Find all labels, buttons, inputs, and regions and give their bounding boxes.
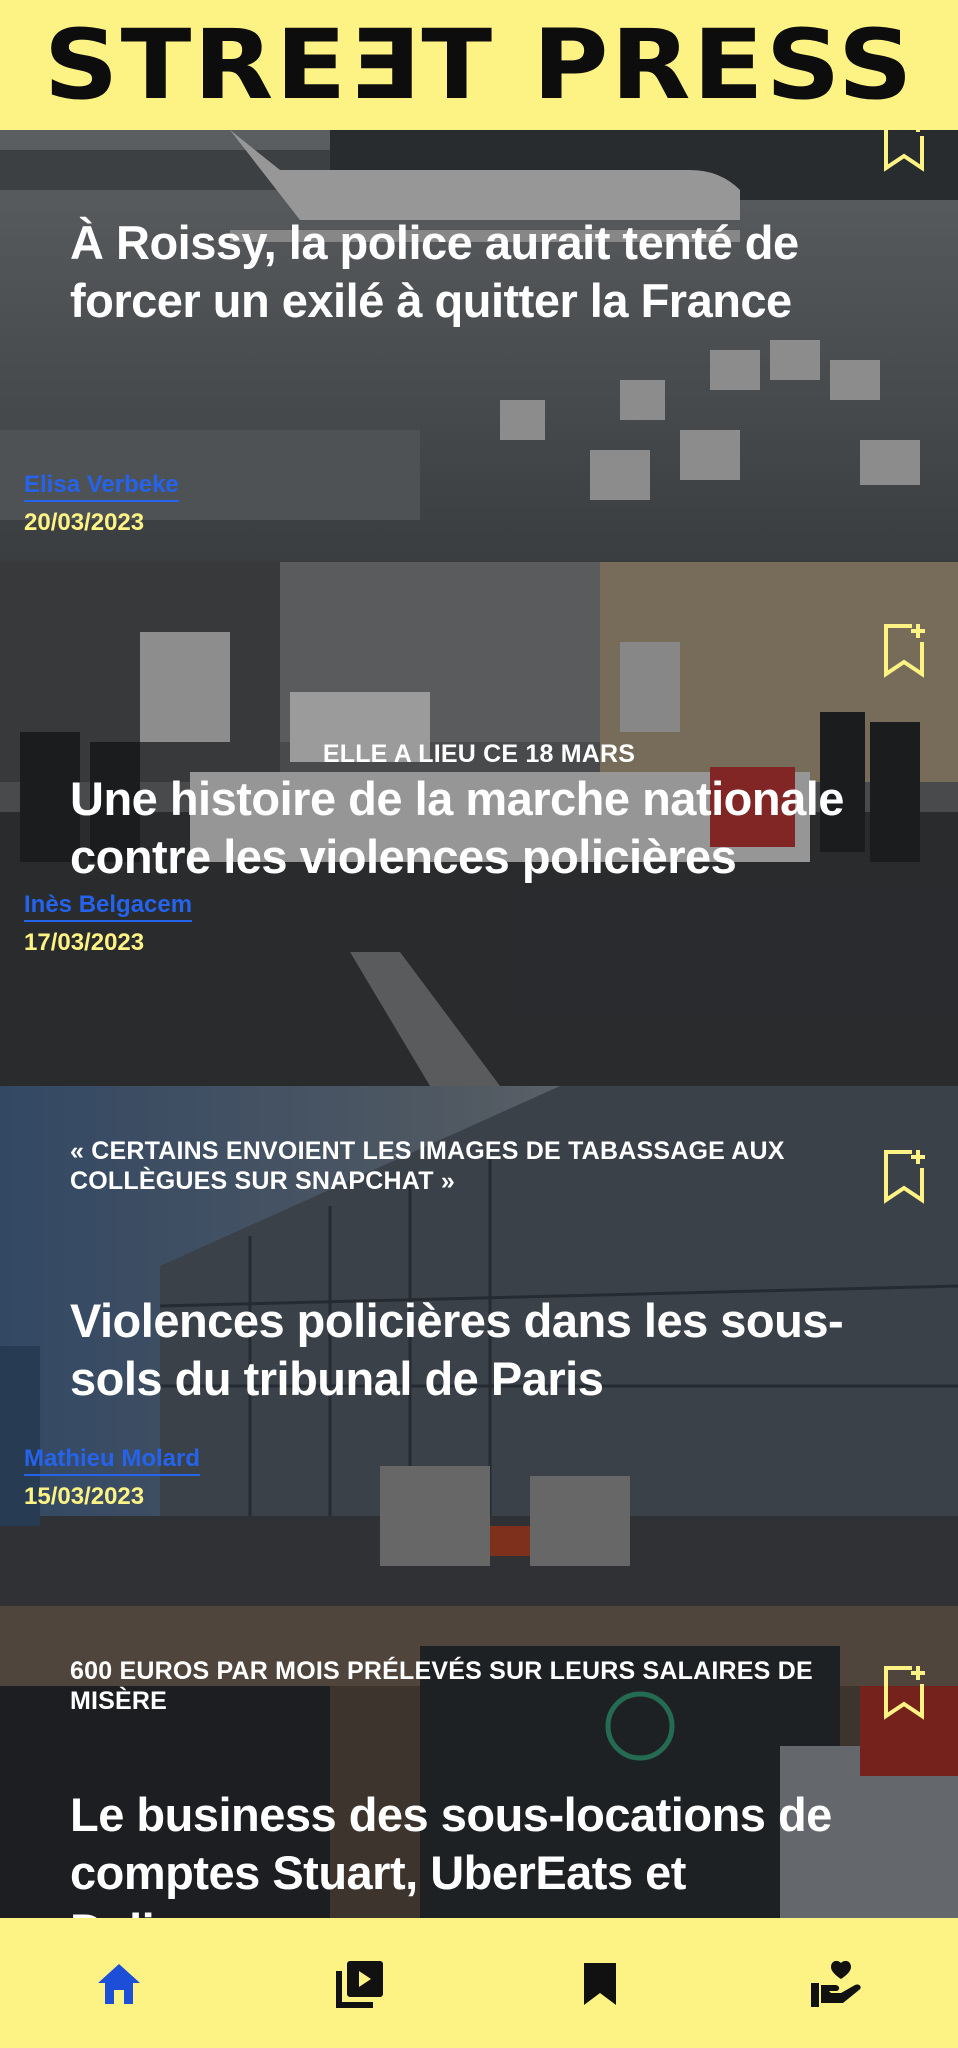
- article-feed[interactable]: À Roissy, la police aurait tenté de forc…: [0, 130, 958, 1918]
- nav-saved-button[interactable]: [572, 1956, 628, 2012]
- article-title[interactable]: Une histoire de la marche nationale cont…: [70, 770, 890, 886]
- article-card[interactable]: 600 EUROS PAR MOIS PRÉLEVÉS SUR LEURS SA…: [0, 1606, 958, 1918]
- article-author[interactable]: Inès Belgacem: [24, 890, 193, 922]
- article-kicker: « CERTAINS ENVOIENT LES IMAGES DE TABASS…: [70, 1137, 785, 1195]
- article-date: 17/03/2023: [24, 929, 145, 956]
- donate-heart-hand-icon: [811, 1960, 861, 2007]
- home-icon: [98, 1964, 140, 2004]
- article-author[interactable]: Mathieu Molard: [24, 1444, 201, 1476]
- article-kicker: ELLE A LIEU CE 18 MARS: [322, 740, 636, 768]
- article-title[interactable]: À Roissy, la police aurait tenté de forc…: [70, 214, 890, 330]
- article-author[interactable]: Elisa Verbeke: [24, 470, 179, 502]
- article-card[interactable]: ELLE A LIEU CE 18 MARS Une histoire de l…: [0, 562, 958, 1086]
- video-library-icon: [336, 1961, 383, 2008]
- article-title[interactable]: Violences policières dans les sous-sols …: [70, 1292, 890, 1408]
- article-date: 15/03/2023: [24, 1483, 145, 1510]
- bookmark-add-icon[interactable]: [882, 622, 926, 678]
- article-date: 20/03/2023: [24, 509, 145, 536]
- article-card[interactable]: « CERTAINS ENVOIENT LES IMAGES DE TABASS…: [0, 1086, 958, 1606]
- bookmark-icon: [584, 1963, 616, 2005]
- streetpress-logo[interactable]: STREƎT PRESS: [44, 17, 915, 113]
- bookmark-add-icon[interactable]: [882, 130, 926, 172]
- nav-donate-button[interactable]: [808, 1956, 864, 2012]
- bookmark-add-icon[interactable]: [882, 1664, 926, 1720]
- bookmark-add-icon[interactable]: [882, 1148, 926, 1204]
- article-kicker: 600 EUROS PAR MOIS PRÉLEVÉS SUR LEURS SA…: [70, 1657, 813, 1715]
- article-title[interactable]: Le business des sous-locations de compte…: [70, 1786, 890, 1918]
- nav-home-button[interactable]: [91, 1956, 147, 2012]
- app-header: STREƎT PRESS: [0, 0, 958, 130]
- article-card[interactable]: À Roissy, la police aurait tenté de forc…: [0, 130, 958, 562]
- nav-videos-button[interactable]: [332, 1956, 388, 2012]
- bottom-navigation: [0, 1918, 958, 2048]
